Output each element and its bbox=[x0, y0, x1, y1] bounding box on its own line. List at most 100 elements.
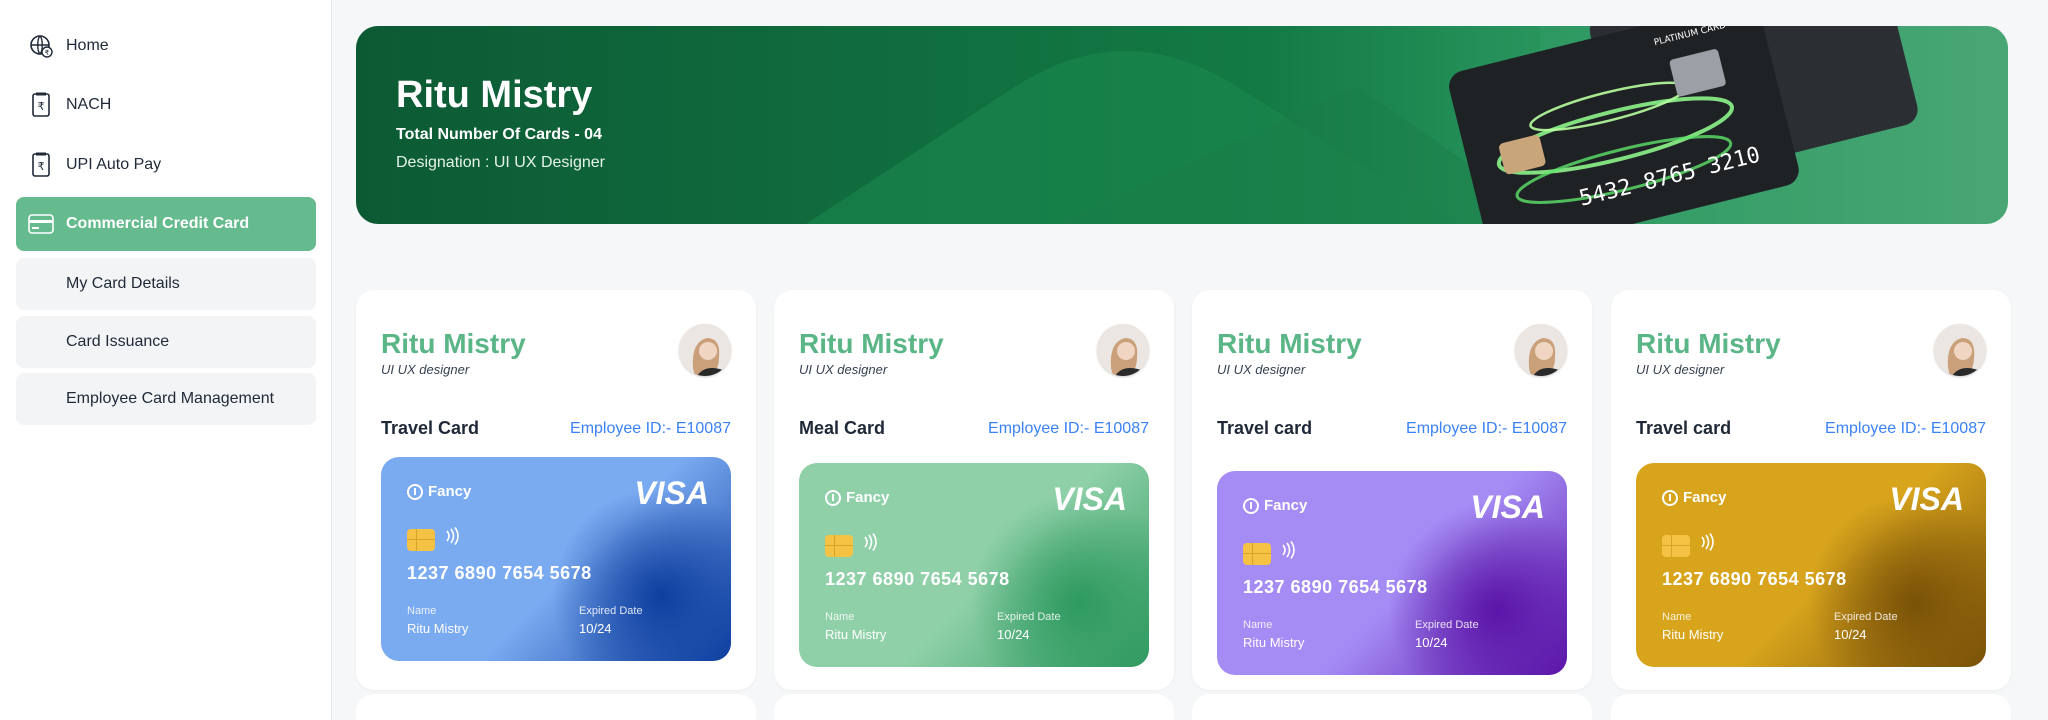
sidebar-item-commercial-credit-card[interactable]: Commercial Credit Card bbox=[16, 197, 316, 251]
employee-role: UI UX designer bbox=[1636, 362, 1725, 377]
card-holder-name: Ritu Mistry bbox=[825, 627, 887, 642]
visa-logo: VISA bbox=[634, 475, 709, 511]
sidebar-subitem-my-card-details[interactable]: My Card Details bbox=[16, 258, 316, 310]
banner-designation: Designation : UI UX Designer bbox=[396, 154, 605, 171]
contactless-icon bbox=[861, 533, 879, 556]
employee-id: Employee ID:- E10087 bbox=[1406, 420, 1567, 437]
avatar bbox=[1934, 324, 1986, 376]
card-brand-label: Fancy bbox=[1683, 489, 1727, 506]
globe-rupee-icon: ₹ bbox=[28, 33, 54, 59]
sidebar-subitem-label: Card Issuance bbox=[66, 333, 170, 350]
employee-card-next bbox=[774, 694, 1174, 720]
payment-card[interactable]: Fancy VISA 1237 6890 7654 5678 Name Ritu… bbox=[381, 457, 731, 661]
svg-text:₹: ₹ bbox=[38, 160, 45, 173]
svg-text:₹: ₹ bbox=[38, 100, 45, 113]
card-type: Travel card bbox=[1636, 418, 1732, 438]
card-number: 1237 6890 7654 5678 bbox=[1662, 569, 1847, 589]
card-name-label: Name bbox=[407, 605, 437, 617]
sidebar-item-label: UPI Auto Pay bbox=[66, 156, 162, 173]
visa-logo: VISA bbox=[1470, 489, 1545, 525]
contactless-icon bbox=[443, 527, 461, 550]
employee-card[interactable]: Ritu Mistry UI UX designer Travel card E… bbox=[1192, 290, 1592, 690]
sidebar-item-nach[interactable]: ₹ NACH bbox=[16, 78, 316, 132]
sidebar-item-label: NACH bbox=[66, 96, 112, 113]
employee-card-next bbox=[356, 694, 756, 720]
card-brand: Fancy bbox=[407, 483, 471, 500]
employee-name: Ritu Mistry bbox=[1636, 328, 1781, 359]
card-brand: Fancy bbox=[1243, 497, 1307, 514]
avatar bbox=[679, 324, 731, 376]
visa-logo: VISA bbox=[1889, 481, 1964, 517]
svg-text:₹: ₹ bbox=[45, 49, 50, 57]
employee-name: Ritu Mistry bbox=[799, 328, 944, 359]
card-expiry-label: Expired Date bbox=[1415, 619, 1479, 631]
fancy-logo-icon bbox=[1662, 489, 1678, 506]
card-expiry: 10/24 bbox=[1834, 627, 1867, 642]
card-expiry: 10/24 bbox=[997, 627, 1030, 642]
contactless-icon bbox=[1698, 533, 1716, 556]
rupee-document-icon: ₹ bbox=[28, 92, 54, 118]
employee-role: UI UX designer bbox=[799, 362, 888, 377]
credit-card-icon bbox=[28, 211, 54, 237]
sidebar: ₹ Home ₹ NACH ₹ UPI Auto Pay Commercial … bbox=[0, 0, 332, 720]
employee-card[interactable]: Ritu Mistry UI UX designer Travel Card E… bbox=[356, 290, 756, 690]
fancy-logo-icon bbox=[825, 489, 841, 506]
card-holder-name: Ritu Mistry bbox=[1662, 627, 1724, 642]
card-brand: Fancy bbox=[1662, 489, 1726, 506]
card-number: 1237 6890 7654 5678 bbox=[825, 569, 1010, 589]
card-brand-label: Fancy bbox=[1264, 497, 1308, 514]
card-type: Travel card bbox=[1217, 418, 1313, 438]
card-expiry-label: Expired Date bbox=[997, 611, 1061, 623]
employee-name: Ritu Mistry bbox=[381, 328, 526, 359]
rupee-document-icon: ₹ bbox=[28, 152, 54, 178]
card-expiry: 10/24 bbox=[1415, 635, 1448, 650]
card-holder-name: Ritu Mistry bbox=[407, 621, 469, 636]
employee-card[interactable]: Ritu Mistry UI UX designer Meal Card Emp… bbox=[774, 290, 1174, 690]
card-brand-label: Fancy bbox=[846, 489, 890, 506]
total-cards-count: Total Number Of Cards - 04 bbox=[396, 126, 602, 143]
card-type: Meal Card bbox=[799, 418, 886, 438]
employee-role: UI UX designer bbox=[1217, 362, 1306, 377]
payment-card[interactable]: Fancy VISA 1237 6890 7654 5678 Name Ritu… bbox=[799, 463, 1149, 667]
profile-banner: PLATINUM CARD 5432 8765 3210 Ritu Mistry… bbox=[356, 26, 2008, 224]
sidebar-subitem-card-issuance[interactable]: Card Issuance bbox=[16, 316, 316, 368]
payment-card[interactable]: Fancy VISA 1237 6890 7654 5678 Name Ritu… bbox=[1217, 471, 1567, 675]
sidebar-item-upi-auto-pay[interactable]: ₹ UPI Auto Pay bbox=[16, 138, 316, 192]
avatar bbox=[1515, 324, 1567, 376]
card-number: 1237 6890 7654 5678 bbox=[407, 563, 592, 583]
fancy-logo-icon bbox=[1243, 497, 1259, 514]
card-name-label: Name bbox=[1243, 619, 1273, 631]
card-name-label: Name bbox=[1662, 611, 1692, 623]
employee-card-next bbox=[1611, 694, 2011, 720]
chip-icon bbox=[407, 529, 435, 551]
employee-id: Employee ID:- E10087 bbox=[988, 420, 1149, 437]
card-type: Travel Card bbox=[381, 418, 480, 438]
card-brand-label: Fancy bbox=[428, 483, 472, 500]
banner-user-name: Ritu Mistry bbox=[396, 74, 593, 116]
contactless-icon bbox=[1279, 541, 1297, 564]
sidebar-item-home[interactable]: ₹ Home bbox=[16, 19, 316, 73]
card-expiry: 10/24 bbox=[579, 621, 612, 636]
chip-icon bbox=[1243, 543, 1271, 565]
banner-decoration: PLATINUM CARD 5432 8765 3210 bbox=[806, 26, 2008, 224]
payment-card[interactable]: Fancy VISA 1237 6890 7654 5678 Name Ritu… bbox=[1636, 463, 1986, 667]
card-brand: Fancy bbox=[825, 489, 889, 506]
card-name-label: Name bbox=[825, 611, 855, 623]
fancy-logo-icon bbox=[407, 483, 423, 500]
employee-role: UI UX designer bbox=[381, 362, 470, 377]
employee-id: Employee ID:- E10087 bbox=[1825, 420, 1986, 437]
card-number: 1237 6890 7654 5678 bbox=[1243, 577, 1428, 597]
sidebar-item-label: Home bbox=[66, 37, 109, 54]
card-expiry-label: Expired Date bbox=[579, 605, 643, 617]
chip-icon bbox=[1662, 535, 1690, 557]
sidebar-subitem-employee-card-management[interactable]: Employee Card Management bbox=[16, 373, 316, 425]
visa-logo: VISA bbox=[1052, 481, 1127, 517]
sidebar-item-label: Commercial Credit Card bbox=[66, 215, 250, 232]
sidebar-subitem-label: My Card Details bbox=[66, 275, 180, 292]
employee-card[interactable]: Ritu Mistry UI UX designer Travel card E… bbox=[1611, 290, 2011, 690]
employee-card-next bbox=[1192, 694, 1592, 720]
sidebar-subitem-label: Employee Card Management bbox=[66, 390, 275, 407]
card-expiry-label: Expired Date bbox=[1834, 611, 1898, 623]
avatar bbox=[1097, 324, 1149, 376]
chip-icon bbox=[825, 535, 853, 557]
